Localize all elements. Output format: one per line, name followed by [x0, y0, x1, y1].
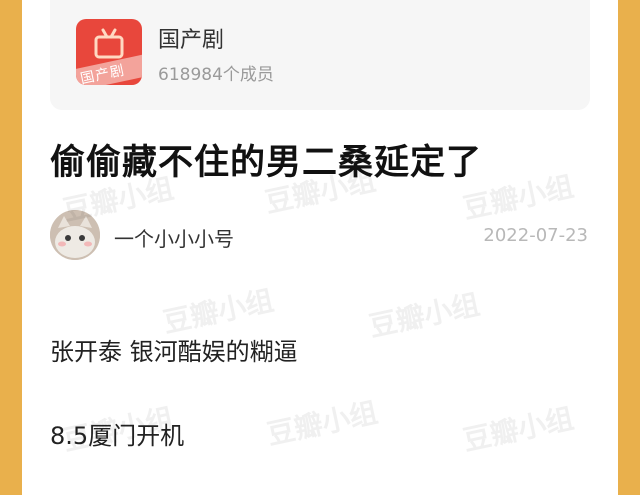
post-title: 偷偷藏不住的男二桑延定了 — [50, 143, 483, 183]
post-body-line: 张开泰 银河酷娱的糊逼 — [50, 338, 298, 366]
watermark: 豆瓣小组 — [366, 287, 483, 344]
group-tv-icon: 国产剧 — [76, 19, 142, 85]
watermark: 豆瓣小组 — [264, 395, 381, 452]
group-member-count: 618984个成员 — [158, 65, 274, 85]
watermark: 豆瓣小组 — [460, 401, 577, 458]
author-name[interactable]: 一个小小小号 — [114, 223, 234, 252]
author-avatar[interactable] — [50, 210, 100, 260]
post-body-line: 8.5厦门开机 — [50, 422, 185, 450]
post-card: 国产剧 国产剧 618984个成员 偷偷藏不住的男二桑延定了 一个小小小号 20… — [22, 0, 618, 495]
group-name[interactable]: 国产剧 — [158, 22, 224, 54]
post-date: 2022-07-23 — [483, 225, 588, 246]
group-header[interactable]: 国产剧 国产剧 618984个成员 — [50, 0, 590, 110]
